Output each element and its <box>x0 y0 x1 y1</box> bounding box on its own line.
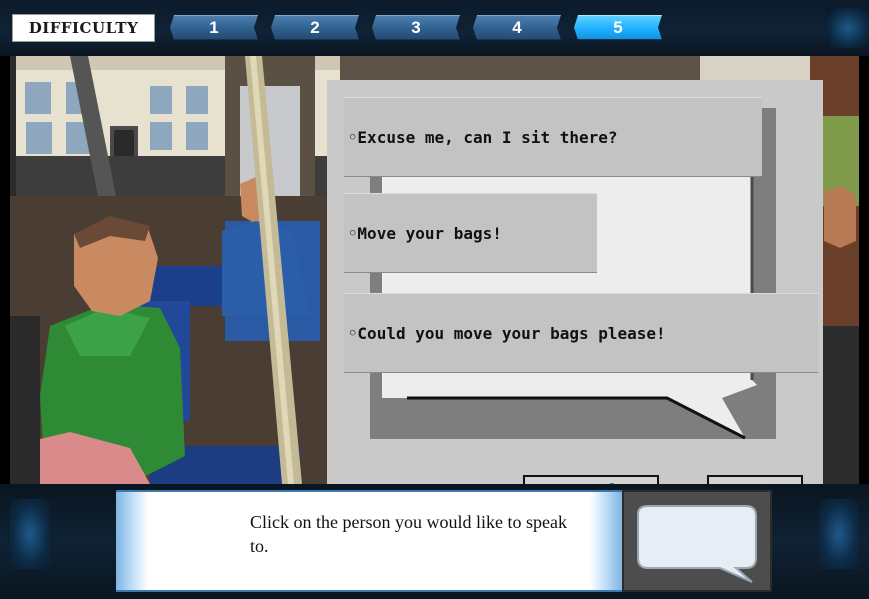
cancel-button[interactable]: Cancel <box>523 475 659 484</box>
option-radio-icon: ○ <box>350 328 356 338</box>
dialog-option-1[interactable]: ○ Excuse me, can I sit there? <box>344 97 762 177</box>
dialog-option-2-text: Move your bags! <box>357 223 502 243</box>
option-radio-icon: ○ <box>350 132 356 142</box>
dialog-option-3[interactable]: ○ Could you move your bags please! <box>344 293 818 373</box>
speak-button[interactable] <box>622 490 772 592</box>
difficulty-level-3[interactable]: 3 <box>372 15 460 40</box>
frame-ornament <box>827 8 869 48</box>
ok-button[interactable]: OK <box>707 475 803 484</box>
difficulty-bar: DIFFICULTY 1 2 3 4 5 <box>0 0 869 56</box>
dialog-option-1-text: Excuse me, can I sit there? <box>357 127 618 147</box>
dialog-option-2[interactable]: ○ Move your bags! <box>344 193 597 273</box>
option-radio-icon: ○ <box>350 228 356 238</box>
difficulty-level-5[interactable]: 5 <box>574 15 662 40</box>
speech-bubble-icon <box>637 505 757 583</box>
difficulty-label: DIFFICULTY <box>12 14 155 42</box>
frame-ornament <box>10 499 50 569</box>
speech-bubble-dialog: ○ Excuse me, can I sit there? ○ Move you… <box>327 80 823 484</box>
difficulty-level-2[interactable]: 2 <box>271 15 359 40</box>
dialog-option-3-text: Could you move your bags please! <box>357 323 666 343</box>
difficulty-level-1[interactable]: 1 <box>170 15 258 40</box>
bus-scene: ○ Excuse me, can I sit there? ○ Move you… <box>10 56 859 484</box>
instruction-text: Click on the person you would like to sp… <box>250 512 567 556</box>
frame-ornament <box>819 499 859 569</box>
difficulty-level-4[interactable]: 4 <box>473 15 561 40</box>
